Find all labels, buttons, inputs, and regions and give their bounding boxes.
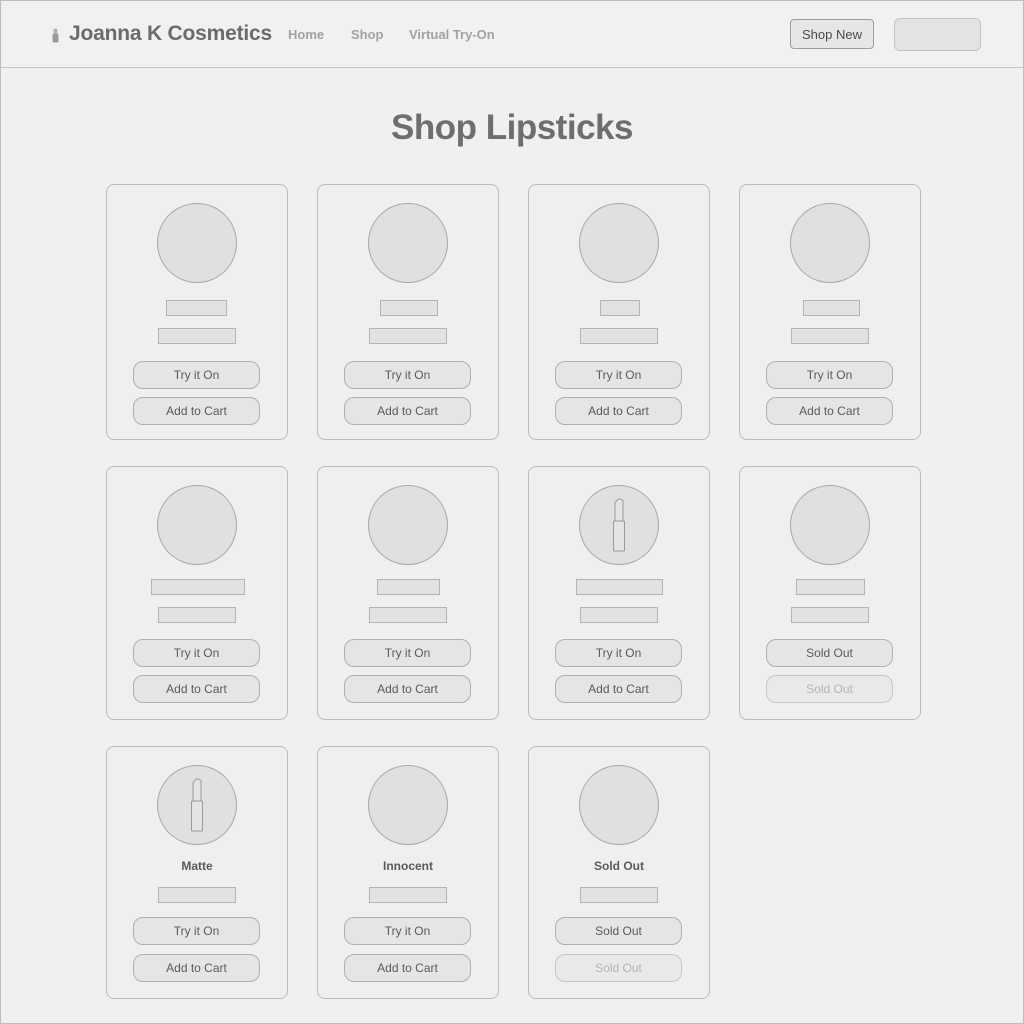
try-it-on-button[interactable]: Try it On — [344, 639, 471, 667]
lipstick-icon — [613, 498, 625, 552]
add-to-cart-button[interactable]: Add to Cart — [344, 954, 471, 982]
product-price-placeholder — [158, 887, 236, 903]
add-to-cart-button[interactable]: Add to Cart — [766, 397, 893, 425]
product-name-placeholder — [796, 579, 865, 595]
product-price-placeholder — [369, 607, 447, 623]
shop-new-button[interactable]: Shop New — [790, 19, 874, 49]
product-card: Sold Out Sold Out Sold Out — [528, 746, 710, 999]
nav-shop[interactable]: Shop — [351, 27, 384, 42]
product-name-placeholder — [380, 300, 438, 316]
product-name-placeholder — [576, 579, 663, 595]
product-name-placeholder — [151, 579, 245, 595]
product-price-placeholder — [580, 328, 658, 344]
product-swatch[interactable] — [368, 203, 448, 283]
add-to-cart-button[interactable]: Add to Cart — [555, 675, 682, 703]
product-swatch[interactable] — [790, 485, 870, 565]
product-name: Sold Out — [594, 859, 644, 873]
product-price-placeholder — [158, 607, 236, 623]
product-swatch[interactable] — [157, 485, 237, 565]
page-title: Shop Lipsticks — [391, 108, 633, 147]
brand-name[interactable]: Joanna K Cosmetics — [69, 22, 272, 46]
lipstick-icon — [191, 778, 203, 832]
product-name-placeholder — [600, 300, 640, 316]
add-to-cart-button[interactable]: Add to Cart — [344, 675, 471, 703]
product-price-placeholder — [791, 607, 869, 623]
add-to-cart-button[interactable]: Add to Cart — [133, 397, 260, 425]
sold-out-disabled-button: Sold Out — [555, 954, 682, 982]
try-it-on-button[interactable]: Try it On — [555, 361, 682, 389]
lipstick-logo-icon — [52, 28, 59, 43]
add-to-cart-button[interactable]: Add to Cart — [133, 954, 260, 982]
try-it-on-button[interactable]: Try it On — [766, 361, 893, 389]
product-name: Innocent — [383, 859, 433, 873]
product-card: Try it On Add to Cart — [528, 184, 710, 440]
product-swatch[interactable] — [579, 203, 659, 283]
product-card: Innocent Try it On Add to Cart — [317, 746, 499, 999]
product-swatch[interactable] — [157, 203, 237, 283]
product-swatch[interactable] — [790, 203, 870, 283]
product-card: Try it On Add to Cart — [317, 466, 499, 720]
product-name-placeholder — [803, 300, 860, 316]
sold-out-button[interactable]: Sold Out — [555, 917, 682, 945]
product-price-placeholder — [369, 887, 447, 903]
add-to-cart-button[interactable]: Add to Cart — [344, 397, 471, 425]
product-card: Try it On Add to Cart — [528, 466, 710, 720]
add-to-cart-button[interactable]: Add to Cart — [555, 397, 682, 425]
product-swatch[interactable] — [157, 765, 237, 845]
try-it-on-button[interactable]: Try it On — [344, 917, 471, 945]
try-it-on-button[interactable]: Try it On — [555, 639, 682, 667]
account-button[interactable] — [894, 18, 981, 51]
product-swatch[interactable] — [368, 765, 448, 845]
sold-out-disabled-button: Sold Out — [766, 675, 893, 703]
product-price-placeholder — [580, 607, 658, 623]
try-it-on-button[interactable]: Try it On — [133, 639, 260, 667]
product-price-placeholder — [791, 328, 869, 344]
product-card: Try it On Add to Cart — [106, 184, 288, 440]
product-name: Matte — [181, 859, 213, 873]
nav-virtual-try-on[interactable]: Virtual Try-On — [409, 27, 495, 42]
try-it-on-button[interactable]: Try it On — [133, 361, 260, 389]
try-it-on-button[interactable]: Try it On — [133, 917, 260, 945]
product-price-placeholder — [369, 328, 447, 344]
site-header: Joanna K Cosmetics Home Shop Virtual Try… — [1, 1, 1023, 68]
product-swatch[interactable] — [579, 765, 659, 845]
try-it-on-button[interactable]: Try it On — [344, 361, 471, 389]
product-card: Sold Out Sold Out — [739, 466, 921, 720]
product-name-placeholder — [166, 300, 227, 316]
product-price-placeholder — [580, 887, 658, 903]
product-name-placeholder — [377, 579, 440, 595]
product-swatch[interactable] — [579, 485, 659, 565]
add-to-cart-button[interactable]: Add to Cart — [133, 675, 260, 703]
product-card: Try it On Add to Cart — [739, 184, 921, 440]
product-card: Matte Try it On Add to Cart — [106, 746, 288, 999]
product-price-placeholder — [158, 328, 236, 344]
nav-home[interactable]: Home — [288, 27, 324, 42]
product-card: Try it On Add to Cart — [317, 184, 499, 440]
product-swatch[interactable] — [368, 485, 448, 565]
sold-out-button[interactable]: Sold Out — [766, 639, 893, 667]
product-card: Try it On Add to Cart — [106, 466, 288, 720]
